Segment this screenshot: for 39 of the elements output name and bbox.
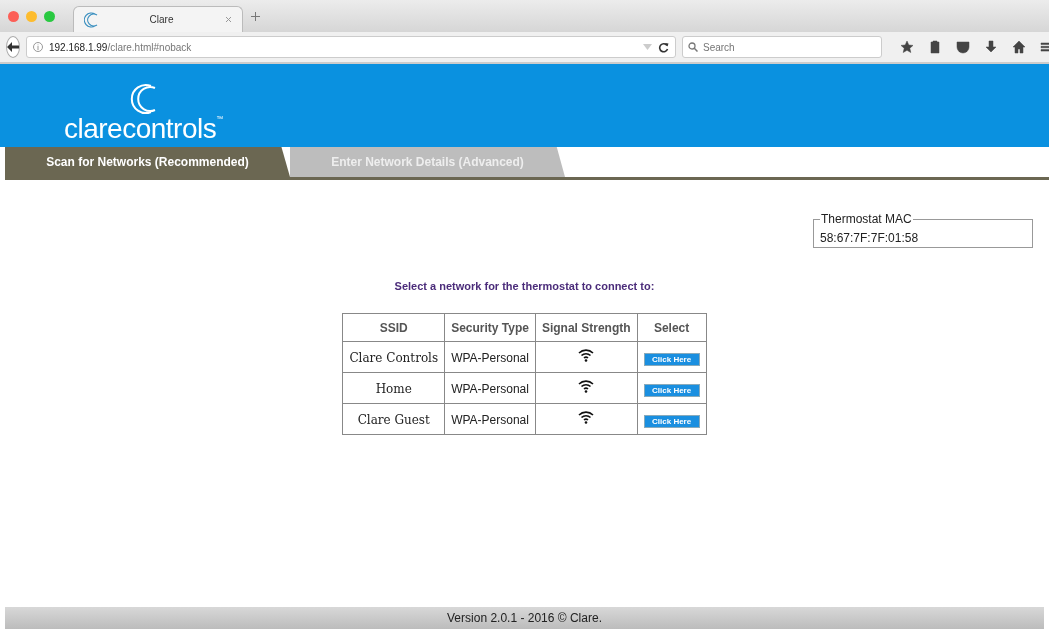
- select-button[interactable]: Click Here: [643, 415, 700, 428]
- security-cell: WPA-Personal: [444, 341, 536, 373]
- search-field[interactable]: Search: [682, 36, 882, 58]
- mac-legend: Thermostat MAC: [820, 212, 913, 226]
- crescent-icon: [84, 11, 98, 28]
- column-header: Signal Strength: [535, 313, 638, 342]
- footer-text: Version 2.0.1 - 2016 © Clare.: [447, 611, 602, 625]
- column-header: SSID: [342, 313, 445, 342]
- star-icon[interactable]: [900, 40, 914, 54]
- search-icon: [688, 42, 698, 52]
- prompt-text: Select a network for the thermostat to connect to:: [394, 280, 655, 292]
- address-bar[interactable]: 192.168.1.99/clare.html#noback: [26, 36, 676, 58]
- tab-title: Clare: [148, 14, 175, 25]
- security-cell: WPA-Personal: [444, 372, 536, 404]
- reload-icon[interactable]: [658, 41, 669, 53]
- home-icon[interactable]: [1012, 40, 1026, 54]
- page-tab[interactable]: Scan for Networks (Recommended): [5, 147, 290, 177]
- info-icon: [33, 42, 43, 52]
- wifi-icon: [578, 379, 595, 393]
- ssid-cell: Home: [342, 372, 445, 404]
- select-button[interactable]: Click Here: [643, 384, 700, 397]
- wifi-icon: [578, 348, 595, 362]
- logo-c-icon: [129, 83, 158, 115]
- ssid-cell: Clare Controls: [342, 341, 445, 373]
- close-icon[interactable]: [225, 16, 232, 23]
- browser-tab[interactable]: Clare: [73, 6, 243, 32]
- ssid-cell: Clare Guest: [342, 403, 445, 435]
- download-icon[interactable]: [984, 40, 998, 54]
- url-text: 192.168.1.99/clare.html#noback: [49, 41, 193, 53]
- logo-text: clarecontrols$^{™}$: [64, 115, 223, 143]
- security-cell: WPA-Personal: [444, 403, 536, 435]
- back-button[interactable]: [6, 36, 20, 58]
- mac-value: 58:67:7F:7F:01:58: [820, 231, 919, 245]
- new-tab-icon[interactable]: [251, 11, 260, 21]
- wifi-icon: [578, 410, 595, 424]
- column-header: Select: [637, 313, 707, 342]
- select-button[interactable]: Click Here: [643, 353, 700, 366]
- back-arrow-icon: [7, 42, 19, 52]
- column-header: Security Type: [444, 313, 536, 342]
